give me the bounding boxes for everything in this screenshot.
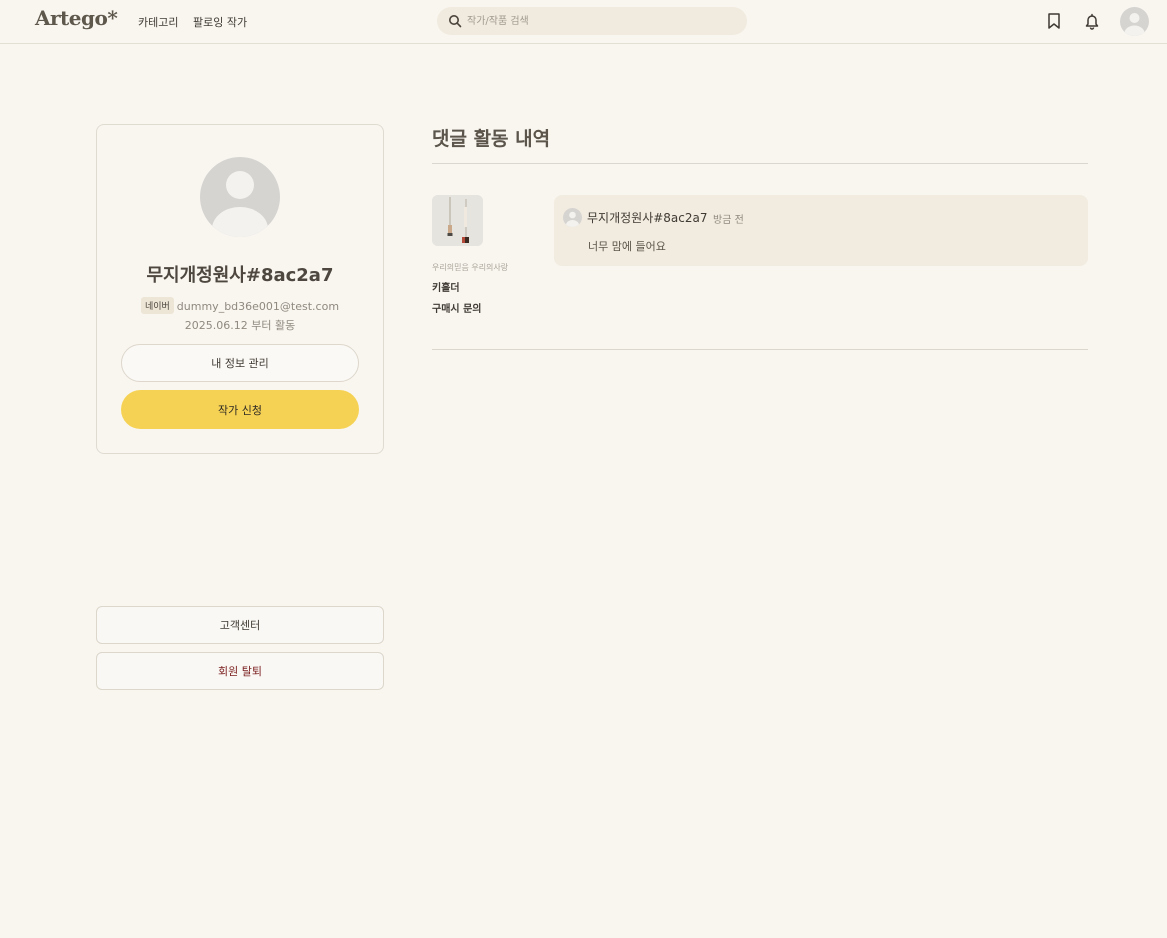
bookmark-icon[interactable] <box>1044 11 1064 31</box>
comment-time: 방금 전 <box>713 215 744 226</box>
activity-since: 2025.06.12 부터 활동 <box>184 319 296 332</box>
profile-name: 무지개정원사#8ac2a7 <box>146 265 334 286</box>
search-icon <box>449 15 462 28</box>
default-avatar-icon <box>563 208 582 227</box>
default-avatar-icon <box>1120 7 1149 36</box>
withdraw-button[interactable]: 회원 탈퇴 <box>96 652 384 690</box>
user-avatar[interactable] <box>1120 7 1149 36</box>
artwork-status: 구매시 문의 <box>432 304 482 315</box>
keyholder-image <box>432 195 483 246</box>
artist-apply-button[interactable]: 작가 신청 <box>121 390 359 429</box>
logo[interactable]: Artego* <box>35 6 118 30</box>
artwork-title[interactable]: 키홀더 <box>432 279 460 294</box>
login-info: 네이버 dummy_bd36e001@test.com <box>97 297 383 314</box>
profile-card: 무지개정원사#8ac2a7 네이버 dummy_bd36e001@test.com… <box>96 124 384 454</box>
customer-center-button[interactable]: 고객센터 <box>96 606 384 644</box>
nav-following-artists[interactable]: 팔로잉 작가 <box>193 14 247 30</box>
default-avatar-icon <box>200 157 280 237</box>
comment-author: 무지개정원사#8ac2a7 <box>587 211 708 225</box>
comment-text: 너무 맘에 들어요 <box>588 240 666 253</box>
page-title: 댓글 활동 내역 <box>432 128 551 150</box>
comment-avatar <box>563 208 582 227</box>
nav-category[interactable]: 카테고리 <box>138 14 178 30</box>
search-input[interactable] <box>467 11 737 31</box>
comment-item: 무지개정원사#8ac2a7 방금 전 너무 맘에 들어요 <box>554 195 1088 266</box>
artwork-thumbnail[interactable] <box>432 195 483 246</box>
profile-email: dummy_bd36e001@test.com <box>176 300 340 313</box>
divider <box>432 349 1088 350</box>
artist-name[interactable]: 우리의믿음 우리의사랑 <box>432 262 508 273</box>
top-header: Artego* 카테고리 팔로잉 작가 <box>0 0 1167 44</box>
login-provider-badge: 네이버 <box>140 297 174 314</box>
manage-profile-button[interactable]: 내 정보 관리 <box>121 344 359 382</box>
search-bar[interactable] <box>437 7 747 35</box>
divider <box>432 163 1088 164</box>
bell-icon[interactable] <box>1082 11 1102 31</box>
profile-avatar <box>200 157 280 237</box>
